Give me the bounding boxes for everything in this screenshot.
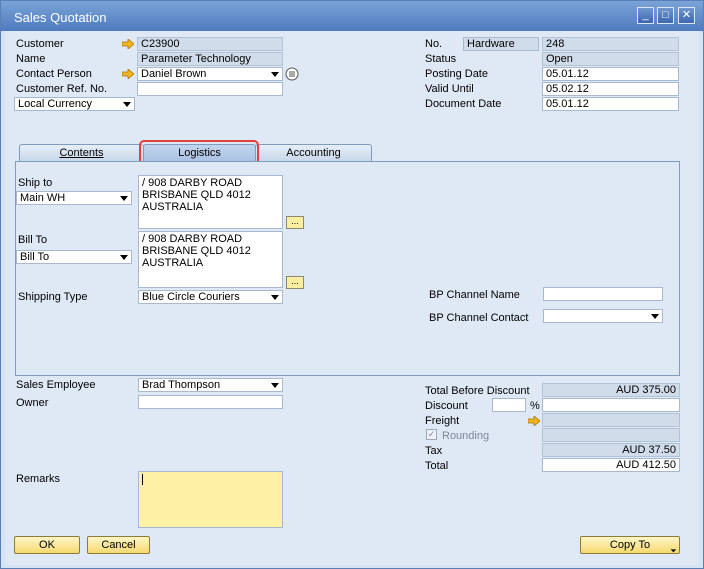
bill-to-address[interactable]: / 908 DARBY ROAD BRISBANE QLD 4012 AUSTR…: [138, 231, 283, 288]
doc-number-field[interactable]: 248: [542, 37, 679, 51]
tab-contents[interactable]: Contents: [19, 144, 144, 162]
contact-link-arrow-icon[interactable]: [122, 69, 134, 79]
chevron-down-icon: [271, 383, 279, 388]
bill-to-dropdown[interactable]: Bill To: [16, 250, 132, 264]
total-before-discount-label: Total Before Discount: [425, 385, 530, 397]
owner-label: Owner: [16, 397, 49, 409]
contact-details-icon[interactable]: [285, 67, 299, 81]
copy-to-button[interactable]: Copy To: [580, 536, 680, 554]
customer-field[interactable]: C23900: [137, 37, 283, 51]
chevron-down-icon: [123, 102, 131, 107]
discount-percent-field[interactable]: [492, 398, 526, 412]
remarks-textarea[interactable]: [138, 471, 283, 528]
window-title: Sales Quotation: [14, 10, 107, 25]
title-bar[interactable]: Sales Quotation _ □ ✕: [1, 1, 703, 31]
status-label: Status: [425, 53, 457, 65]
currency-value: Local Currency: [18, 98, 92, 110]
no-label: No.: [425, 38, 443, 50]
contact-person-dropdown[interactable]: Daniel Brown: [137, 67, 283, 81]
sales-employee-value: Brad Thompson: [142, 379, 221, 391]
freight-link-arrow-icon[interactable]: [528, 416, 540, 426]
maximize-button[interactable]: □: [657, 7, 674, 24]
discount-amount-field[interactable]: [542, 398, 680, 412]
total-field: AUD 412.50: [542, 458, 680, 472]
bp-channel-name-label: BP Channel Name: [429, 289, 520, 301]
tab-accounting[interactable]: Accounting: [255, 144, 372, 162]
freight-field: [542, 413, 680, 427]
dropdown-corner-icon: [667, 543, 677, 553]
bp-channel-contact-dropdown[interactable]: [543, 309, 663, 323]
ship-to-select-value: Main WH: [20, 192, 66, 204]
freight-label: Freight: [425, 415, 460, 427]
bp-channel-name-field[interactable]: [543, 287, 663, 301]
tax-label: Tax: [425, 445, 443, 457]
chevron-down-icon: [120, 196, 128, 201]
customer-label: Customer: [16, 38, 64, 50]
name-field[interactable]: Parameter Technology: [137, 52, 283, 66]
minimize-button[interactable]: _: [637, 7, 654, 24]
close-button[interactable]: ✕: [678, 7, 695, 24]
copy-to-label: Copy To: [609, 539, 651, 551]
form-body: Customer C23900 Name Parameter Technolog…: [5, 31, 699, 565]
chevron-down-icon: [271, 295, 279, 300]
posting-date-field[interactable]: 05.01.12: [542, 67, 679, 81]
shipping-type-label: Shipping Type: [18, 291, 88, 303]
valid-until-label: Valid Until: [425, 83, 474, 95]
discount-label: Discount: [425, 400, 468, 412]
shipping-type-value: Blue Circle Couriers: [142, 291, 240, 303]
name-label: Name: [16, 53, 46, 65]
sales-employee-dropdown[interactable]: Brad Thompson: [138, 378, 283, 392]
chevron-down-icon: [120, 255, 128, 260]
rounding-field: [542, 428, 680, 442]
customer-ref-label: Customer Ref. No.: [16, 83, 108, 95]
remarks-label: Remarks: [16, 473, 61, 485]
bill-to-select-value: Bill To: [20, 251, 50, 263]
document-date-field[interactable]: 05.01.12: [542, 97, 679, 111]
ship-to-address[interactable]: / 908 DARBY ROAD BRISBANE QLD 4012 AUSTR…: [138, 175, 283, 229]
ship-to-dropdown[interactable]: Main WH: [16, 191, 132, 205]
document-date-label: Document Date: [425, 98, 502, 110]
ok-button[interactable]: OK: [14, 536, 80, 554]
sales-employee-label: Sales Employee: [16, 379, 96, 391]
owner-field[interactable]: [138, 395, 283, 409]
text-cursor: [142, 474, 143, 485]
shipping-type-dropdown[interactable]: Blue Circle Couriers: [138, 290, 283, 304]
valid-until-field[interactable]: 05.02.12: [542, 82, 679, 96]
posting-date-label: Posting Date: [425, 68, 488, 80]
chevron-down-icon: [271, 72, 279, 77]
contact-person-value: Daniel Brown: [141, 68, 207, 80]
cancel-button[interactable]: Cancel: [87, 536, 150, 554]
tab-contents-label: Contents: [59, 147, 104, 159]
rounding-checkbox[interactable]: ✓: [426, 429, 437, 440]
series-dropdown[interactable]: Hardware: [463, 37, 539, 51]
series-value: Hardware: [467, 38, 515, 50]
sales-quotation-window: Sales Quotation _ □ ✕ Customer C23900 Na…: [0, 0, 704, 569]
bill-to-label: Bill To: [18, 234, 48, 246]
rounding-label: Rounding: [442, 430, 490, 442]
total-before-discount-field: AUD 375.00: [542, 383, 680, 397]
currency-dropdown[interactable]: Local Currency: [14, 97, 135, 111]
bill-to-ellipsis-button[interactable]: ...: [286, 276, 304, 289]
total-label: Total: [425, 460, 449, 472]
contact-person-label: Contact Person: [16, 68, 92, 80]
percent-sign: %: [530, 400, 540, 412]
customer-link-arrow-icon[interactable]: [122, 39, 134, 49]
tab-accounting-label: Accounting: [286, 147, 341, 159]
bp-channel-contact-label: BP Channel Contact: [429, 312, 529, 324]
tax-field: AUD 37.50: [542, 443, 680, 457]
chevron-down-icon: [651, 314, 659, 319]
status-field: Open: [542, 52, 679, 66]
customer-ref-field[interactable]: [137, 82, 283, 96]
ship-to-label: Ship to: [18, 177, 53, 189]
ship-to-ellipsis-button[interactable]: ...: [286, 216, 304, 229]
